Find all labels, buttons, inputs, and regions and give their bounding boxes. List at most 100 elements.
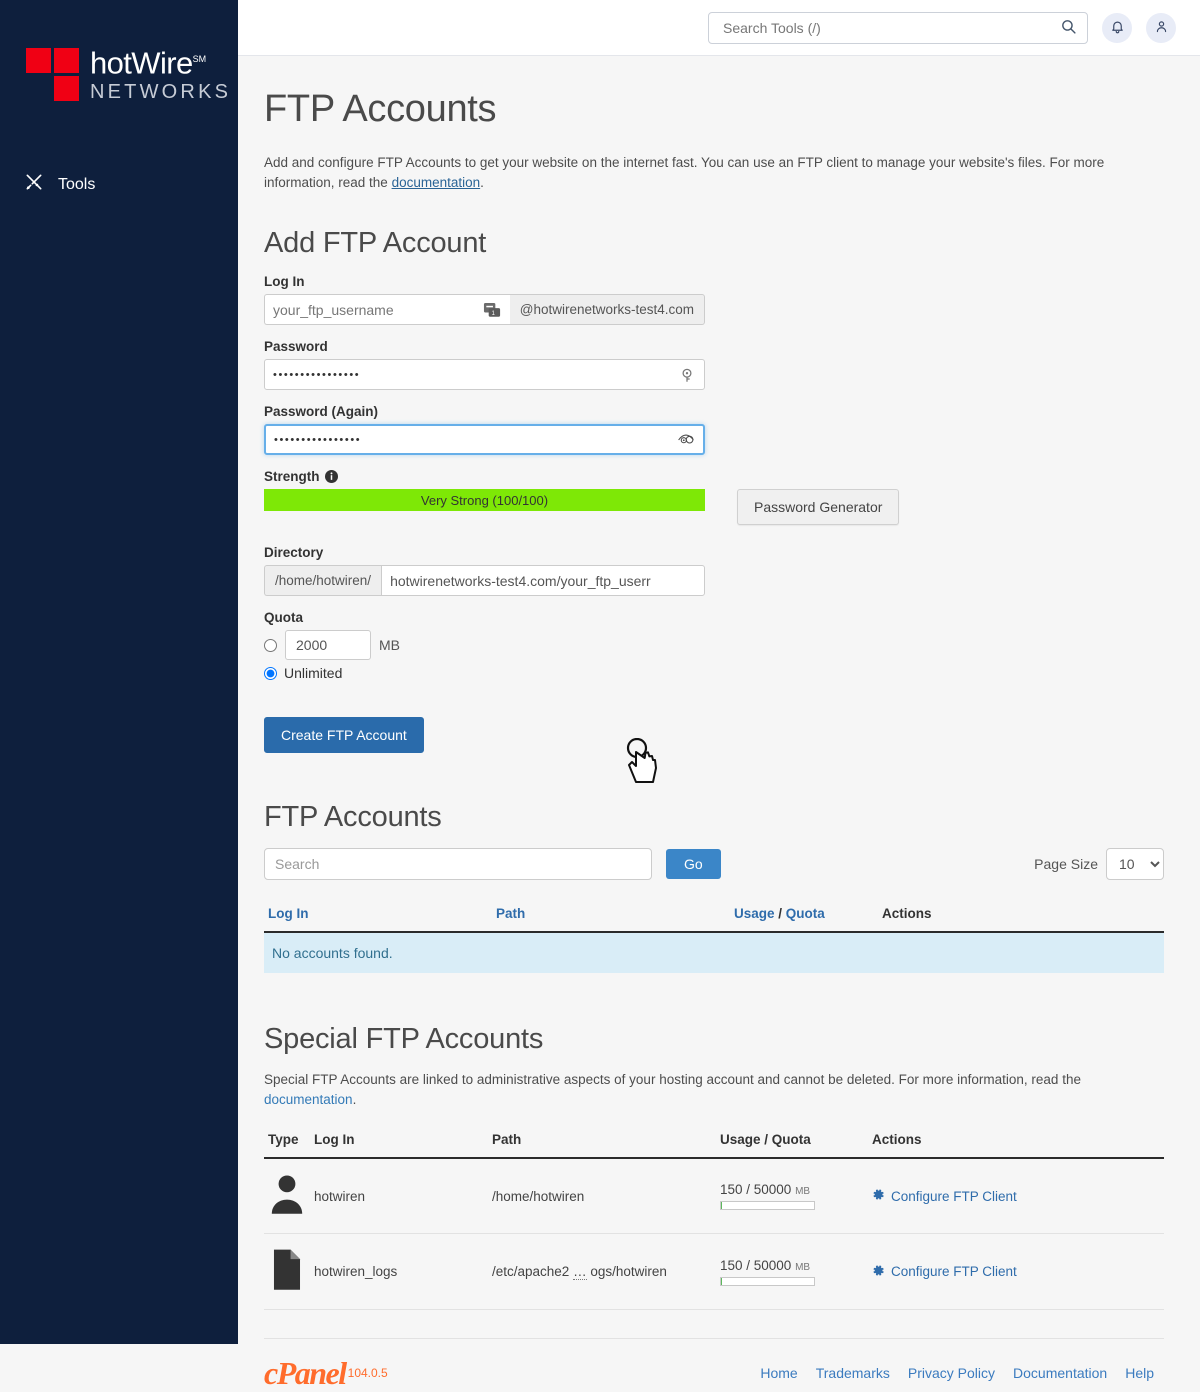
row-path-start: /etc/apache2 bbox=[492, 1264, 570, 1280]
cpanel-version: 104.0.5 bbox=[347, 1366, 388, 1381]
column-header-login[interactable]: Log In bbox=[264, 900, 492, 932]
user-menu-button[interactable] bbox=[1146, 12, 1176, 43]
strength-label-row: Strength bbox=[264, 469, 1164, 484]
row-usage-cell: 150 / 50000 MB bbox=[716, 1233, 868, 1310]
create-ftp-account-button[interactable]: Create FTP Account bbox=[264, 717, 424, 753]
configure-ftp-client-link[interactable]: Configure FTP Client bbox=[872, 1264, 1017, 1280]
login-input-placeholder: your_ftp_username bbox=[273, 301, 394, 318]
footer-link-home[interactable]: Home bbox=[760, 1365, 797, 1381]
accounts-search-go-button[interactable]: Go bbox=[666, 849, 721, 879]
special-documentation-link[interactable]: documentation bbox=[264, 1092, 353, 1107]
strength-text: Very Strong (100/100) bbox=[420, 492, 549, 508]
info-icon[interactable] bbox=[324, 470, 338, 483]
special-description-text-1: Special FTP Accounts are linked to admin… bbox=[264, 1072, 1081, 1087]
special-description-text-2: . bbox=[352, 1092, 357, 1107]
eye-reveal-icon[interactable] bbox=[677, 431, 695, 449]
login-input[interactable]: your_ftp_username 1 bbox=[264, 294, 510, 325]
quota-amount-input[interactable]: 2000 bbox=[285, 630, 371, 660]
password-label: Password bbox=[264, 339, 328, 354]
page-size-label: Page Size bbox=[1034, 856, 1098, 872]
column-header-quota[interactable]: Quota bbox=[786, 906, 825, 921]
user-icon bbox=[268, 1175, 306, 1219]
password-again-input[interactable]: •••••••••••••••• bbox=[264, 424, 705, 455]
main-area: FTP Accounts Add and configure FTP Accou… bbox=[238, 0, 1200, 1391]
search-icon[interactable] bbox=[1060, 18, 1077, 38]
ftp-accounts-heading: FTP Accounts bbox=[264, 801, 442, 833]
key-reveal-icon[interactable] bbox=[678, 366, 696, 384]
table-row: hotwiren /home/hotwiren 150 / 50000 MB C… bbox=[264, 1158, 1164, 1235]
row-path-ellipsis[interactable]: … bbox=[573, 1264, 587, 1281]
directory-input[interactable]: hotwirenetworks-test4.com/your_ftp_userr bbox=[381, 565, 705, 596]
special-column-type: Type bbox=[264, 1128, 310, 1159]
file-icon bbox=[268, 1250, 306, 1295]
password-generator-button[interactable]: Password Generator bbox=[737, 489, 900, 525]
configure-ftp-client-link[interactable]: Configure FTP Client bbox=[872, 1188, 1017, 1204]
quota-unlimited-row: Unlimited bbox=[264, 665, 1164, 681]
row-usage-bar bbox=[720, 1276, 815, 1286]
documentation-link[interactable]: documentation bbox=[392, 175, 481, 190]
password-again-label: Password (Again) bbox=[264, 404, 379, 419]
password-manager-icon[interactable]: 1 bbox=[483, 302, 502, 318]
page-description-text-1: Add and configure FTP Accounts to get yo… bbox=[264, 155, 1105, 190]
column-header-actions: Actions bbox=[882, 906, 932, 921]
quota-field-row: Quota 2000 MB Unlimited bbox=[264, 610, 1164, 681]
directory-value: hotwirenetworks-test4.com/your_ftp_userr bbox=[390, 572, 651, 589]
quota-unlimited-radio[interactable] bbox=[264, 666, 277, 680]
row-usage-cell: 150 / 50000 MB bbox=[716, 1158, 868, 1235]
row-usage-value: 150 / 50000 bbox=[720, 1257, 792, 1273]
login-label: Log In bbox=[264, 274, 305, 289]
logo-squares-icon bbox=[26, 48, 82, 101]
add-ftp-account-heading: Add FTP Account bbox=[264, 227, 487, 259]
accounts-search-input[interactable]: Search bbox=[264, 848, 652, 880]
search-input[interactable] bbox=[721, 18, 1054, 37]
quota-unlimited-label: Unlimited bbox=[284, 665, 343, 681]
login-domain-suffix: @hotwirenetworks-test4.com bbox=[509, 294, 705, 325]
special-column-actions: Actions bbox=[868, 1128, 1164, 1159]
footer: cPanel 104.0.5 Home Trademarks Privacy P… bbox=[264, 1337, 1164, 1392]
column-header-sep: / bbox=[774, 906, 786, 921]
page-size-select[interactable]: 10 bbox=[1106, 848, 1164, 880]
special-column-path: Path bbox=[488, 1128, 716, 1159]
login-input-group: your_ftp_username 1 @hotwirenetworks-tes… bbox=[264, 294, 705, 325]
column-header-usage[interactable]: Usage bbox=[734, 906, 775, 921]
row-usage-unit: MB bbox=[795, 1186, 811, 1198]
logo-subtitle: NETWORKS bbox=[90, 81, 232, 104]
row-path: /etc/apache2 … ogs/hotwiren bbox=[488, 1233, 716, 1310]
search-tools-box[interactable] bbox=[708, 11, 1088, 44]
page-description-text-2: . bbox=[480, 175, 484, 190]
strength-row: Very Strong (100/100) Password Generator bbox=[264, 489, 1164, 525]
password-input[interactable]: •••••••••••••••• bbox=[264, 359, 705, 390]
directory-input-group: /home/hotwiren/ hotwirenetworks-test4.co… bbox=[264, 565, 705, 596]
row-type-cell bbox=[264, 1233, 310, 1310]
special-ftp-accounts-heading: Special FTP Accounts bbox=[264, 1023, 544, 1055]
page-description: Add and configure FTP Accounts to get yo… bbox=[264, 153, 1164, 193]
sidebar: hotWireSM NETWORKS Tools bbox=[0, 0, 238, 1344]
page-content: FTP Accounts Add and configure FTP Accou… bbox=[238, 56, 1200, 1392]
brand-logo[interactable]: hotWireSM NETWORKS bbox=[0, 0, 238, 104]
special-header-row: Type Log In Path Usage / Quota Actions bbox=[264, 1128, 1164, 1159]
footer-link-privacy-policy[interactable]: Privacy Policy bbox=[908, 1365, 995, 1381]
configure-ftp-client-label: Configure FTP Client bbox=[891, 1264, 1017, 1280]
sidebar-item-tools[interactable]: Tools bbox=[0, 162, 238, 207]
row-usage-unit: MB bbox=[795, 1261, 811, 1273]
directory-field-row: Directory /home/hotwiren/ hotwirenetwork… bbox=[264, 545, 1164, 596]
row-path: /home/hotwiren bbox=[488, 1158, 716, 1235]
password-field-row: Password •••••••••••••••• bbox=[264, 339, 1164, 390]
page-size-control: Page Size 10 bbox=[1034, 848, 1164, 880]
table-header-row: Log In Path Usage / Quota Actions bbox=[264, 900, 1164, 932]
svg-text:1: 1 bbox=[491, 310, 495, 317]
accounts-search-placeholder: Search bbox=[275, 856, 320, 872]
quota-amount-radio[interactable] bbox=[264, 638, 277, 652]
row-usage-value: 150 / 50000 bbox=[720, 1182, 792, 1198]
table-row: hotwiren_logs /etc/apache2 … ogs/hotwire… bbox=[264, 1233, 1164, 1310]
special-description: Special FTP Accounts are linked to admin… bbox=[264, 1070, 1164, 1110]
logo-text: hotWireSM NETWORKS bbox=[90, 44, 231, 104]
notifications-button[interactable] bbox=[1102, 12, 1132, 43]
footer-link-documentation[interactable]: Documentation bbox=[1013, 1365, 1107, 1381]
gear-icon bbox=[872, 1264, 885, 1280]
footer-link-trademarks[interactable]: Trademarks bbox=[816, 1365, 890, 1381]
quota-unit-label: MB bbox=[379, 637, 400, 653]
empty-state-message: No accounts found. bbox=[264, 931, 1164, 973]
footer-link-help[interactable]: Help bbox=[1125, 1365, 1154, 1381]
column-header-path[interactable]: Path bbox=[492, 900, 730, 932]
